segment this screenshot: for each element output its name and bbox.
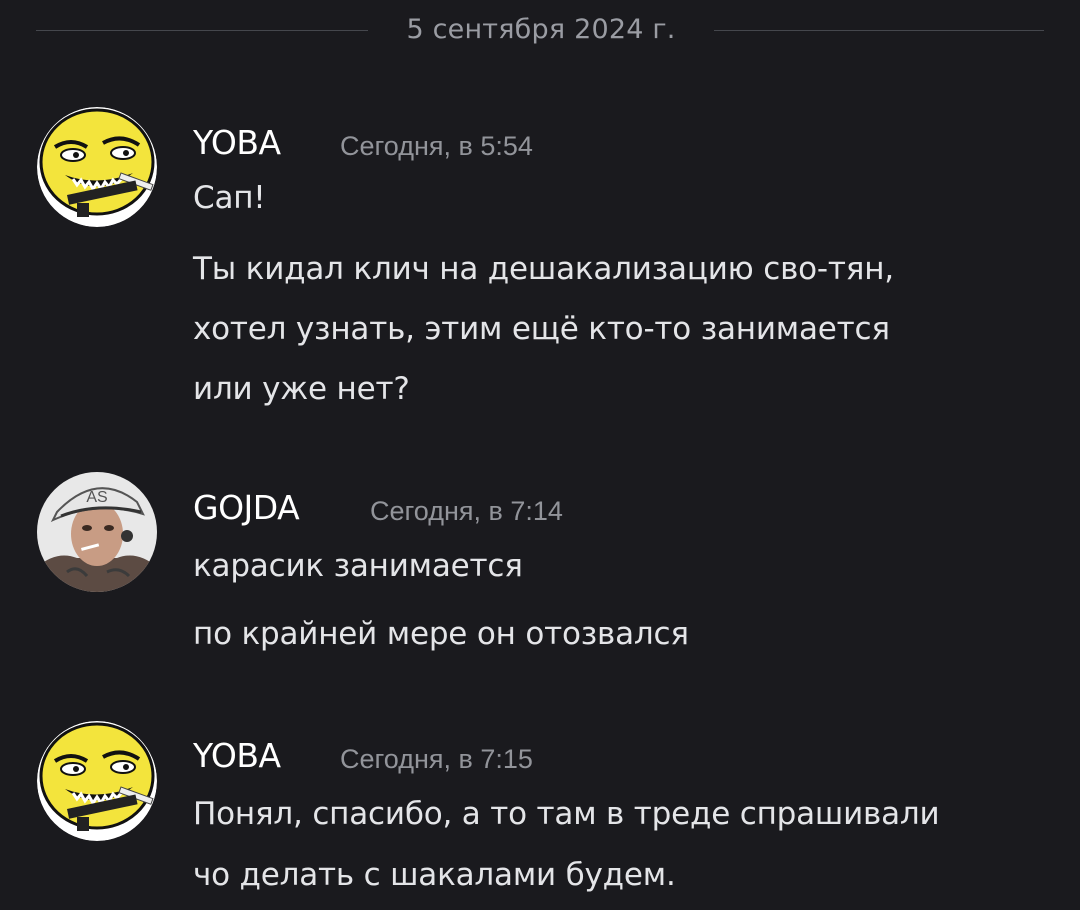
message-author[interactable]: YOBA: [193, 736, 281, 776]
yoba-face-icon[interactable]: [37, 107, 157, 227]
message-author[interactable]: YOBA: [193, 123, 281, 163]
message-text: Сап!: [193, 180, 266, 216]
message-text: Понял, спасибо, а то там в треде спрашив…: [193, 796, 940, 832]
date-divider: 5 сентября 2024 г.: [406, 14, 676, 45]
message-text: чо делать с шакалами будем.: [193, 857, 676, 893]
message-text: или уже нет?: [193, 371, 410, 407]
user-photo-avatar[interactable]: AS: [37, 472, 157, 592]
message-timestamp: Сегодня, в 7:14: [370, 496, 563, 526]
yoba-face-icon[interactable]: [37, 721, 157, 841]
message-text: Ты кидал клич на дешакализацию сво-тян,: [193, 251, 894, 287]
date-divider-line-right: [714, 30, 1044, 31]
message-author[interactable]: GOJDA: [193, 488, 300, 528]
message-text: по крайней мере он отозвался: [193, 616, 689, 652]
message-timestamp: Сегодня, в 7:15: [340, 744, 533, 774]
message-text: карасик занимается: [193, 548, 523, 584]
message-timestamp: Сегодня, в 5:54: [340, 131, 533, 161]
date-divider-line-left: [36, 30, 368, 31]
svg-text:AS: AS: [86, 489, 107, 506]
message-text: хотел узнать, этим ещё кто-то занимается: [193, 311, 890, 347]
